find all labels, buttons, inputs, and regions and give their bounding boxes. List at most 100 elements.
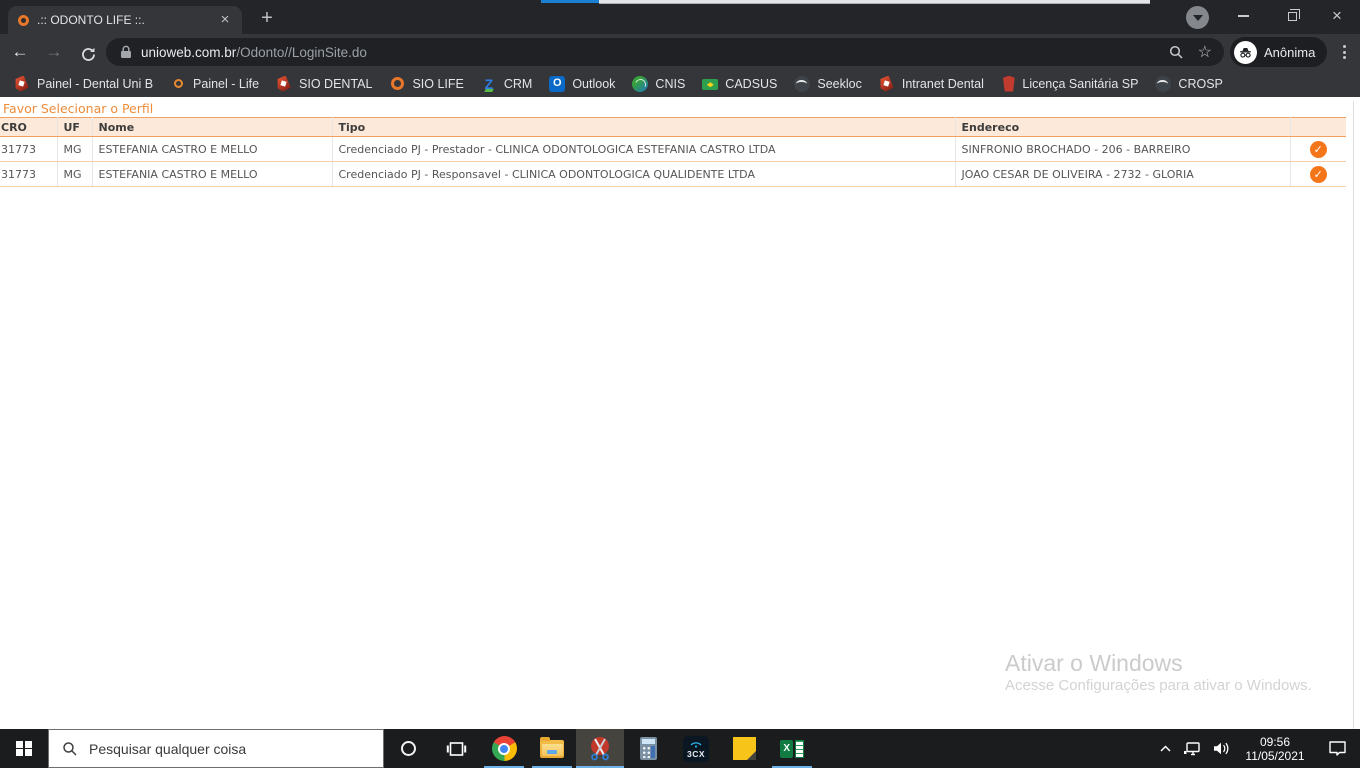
bookmark-cadsus[interactable]: CADSUS: [696, 73, 788, 95]
col-header-uf: UF: [57, 117, 93, 137]
select-profile-check-icon[interactable]: ✓: [1309, 140, 1327, 158]
minimize-icon: [1237, 15, 1249, 17]
tab-title: .:: ODONTO LIFE ::.: [37, 13, 145, 27]
desktop-screen: .:: ODONTO LIFE ::. × + × ← → unioweb.co…: [0, 0, 1360, 768]
clock-time: 09:56: [1259, 734, 1290, 749]
reload-button[interactable]: [74, 38, 102, 66]
new-tab-button[interactable]: +: [252, 6, 282, 32]
col-header-tipo: Tipo: [332, 117, 956, 137]
bookmark-painel-life[interactable]: Painel - Life: [164, 73, 270, 95]
cell-uf: MG: [57, 161, 93, 187]
taskbar-app-3cx[interactable]: 3CX: [672, 729, 720, 768]
cortana-icon: [400, 741, 416, 756]
cell-uf: MG: [57, 136, 93, 162]
taskbar-app-sticky-notes[interactable]: [720, 729, 768, 768]
bookmark-intranet-dental[interactable]: Intranet Dental: [873, 73, 995, 95]
taskbar-app-excel[interactable]: X: [768, 729, 816, 768]
chrome-icon: [491, 736, 517, 761]
table-row[interactable]: 31773 MG ESTEFANIA CASTRO E MELLO Creden…: [0, 136, 1346, 162]
cell-tipo: Credenciado PJ - Prestador - CLINICA ODO…: [332, 136, 956, 162]
tray-clock[interactable]: 09:56 11/05/2021: [1236, 729, 1314, 768]
taskbar: Pesquisar qualquer coisa 3CX X 09:56 11/…: [0, 729, 1360, 768]
taskbar-app-snipping-tool[interactable]: [576, 729, 624, 768]
background-window-edge-light: [599, 0, 1150, 4]
browser-toolbar: ← → unioweb.com.br/Odonto//LoginSite.do …: [0, 34, 1360, 70]
taskbar-app-calculator[interactable]: [624, 729, 672, 768]
restore-icon: [1287, 8, 1300, 21]
task-view-icon: [446, 741, 466, 756]
minimize-button[interactable]: [1220, 0, 1266, 32]
bookmark-outlook[interactable]: O Outlook: [543, 73, 626, 95]
lock-icon: [121, 45, 131, 58]
col-header-cro: CRO: [0, 117, 58, 137]
bookmark-sio-life[interactable]: SIO LIFE: [383, 73, 474, 95]
action-center-icon: [1328, 741, 1346, 756]
incognito-label: Anônima: [1264, 44, 1316, 60]
bookmark-cnis[interactable]: CNIS: [626, 73, 696, 95]
tab-search-button[interactable]: [1186, 6, 1209, 29]
url-path: /Odonto//LoginSite.do: [236, 44, 367, 60]
bookmark-seekloc[interactable]: Seekloc: [788, 73, 872, 95]
taskbar-app-chrome[interactable]: [480, 729, 528, 768]
page-content: Favor Selecionar o Perfil CRO UF Nome Ti…: [0, 97, 1360, 729]
table-row[interactable]: 31773 MG ESTEFANIA CASTRO E MELLO Creden…: [0, 161, 1346, 187]
cell-nome: ESTEFANIA CASTRO E MELLO: [92, 161, 333, 187]
excel-icon: X: [780, 739, 804, 758]
bookmark-star-button[interactable]: ☆: [1198, 42, 1212, 62]
dental-ribbon-icon: [15, 75, 29, 92]
network-icon: [1184, 741, 1200, 755]
tray-volume[interactable]: [1206, 729, 1236, 768]
start-button[interactable]: [0, 729, 48, 768]
address-bar[interactable]: unioweb.com.br/Odonto//LoginSite.do ☆: [106, 38, 1224, 66]
cell-nome: ESTEFANIA CASTRO E MELLO: [92, 136, 333, 162]
activate-windows-watermark: Ativar o Windows: [1005, 650, 1183, 676]
restore-button[interactable]: [1269, 0, 1315, 32]
bookmark-sio-dental[interactable]: SIO DENTAL: [270, 73, 383, 95]
activate-windows-subtext: Acesse Configurações para ativar o Windo…: [1005, 677, 1312, 694]
page-title: Favor Selecionar o Perfil: [3, 101, 154, 116]
col-header-endereco: Endereco: [955, 117, 1291, 137]
incognito-profile-chip[interactable]: Anônima: [1230, 37, 1328, 67]
bookmark-crm[interactable]: Z CRM: [475, 73, 543, 95]
profile-table: CRO UF Nome Tipo Endereco 31773 MG ESTEF…: [0, 117, 1346, 187]
bookmark-licenca-sanitaria[interactable]: Licença Sanitária SP: [995, 73, 1150, 95]
url-text: unioweb.com.br/Odonto//LoginSite.do: [141, 45, 367, 60]
browser-menu-button[interactable]: [1332, 40, 1356, 64]
globe-green-blue-icon: [632, 75, 649, 92]
close-window-button[interactable]: ×: [1314, 0, 1360, 32]
bookmark-painel-dental[interactable]: Painel - Dental Uni B: [8, 73, 164, 95]
back-button[interactable]: ←: [6, 38, 34, 66]
cortana-button[interactable]: [384, 729, 432, 768]
tray-network[interactable]: [1178, 729, 1206, 768]
tab-close-icon[interactable]: ×: [216, 11, 234, 29]
clock-date: 11/05/2021: [1245, 748, 1305, 763]
dental-ribbon-icon: [277, 75, 291, 92]
cell-cro: 31773: [0, 136, 58, 162]
cell-cro: 31773: [0, 161, 58, 187]
cell-tipo: Credenciado PJ - Responsavel - CLINICA O…: [332, 161, 956, 187]
green-card-flag-icon: [702, 79, 719, 91]
chevron-up-icon: [1159, 745, 1171, 752]
table-header-row: CRO UF Nome Tipo Endereco: [0, 117, 1346, 137]
browser-tab[interactable]: .:: ODONTO LIFE ::. ×: [8, 6, 242, 34]
incognito-icon: [1234, 40, 1257, 64]
taskbar-app-file-explorer[interactable]: [528, 729, 576, 768]
forward-button[interactable]: →: [40, 38, 68, 66]
select-profile-check-icon[interactable]: ✓: [1309, 165, 1327, 183]
zoom-page-button[interactable]: [1168, 44, 1184, 60]
dark-globe-icon: [1155, 75, 1172, 92]
taskbar-search-input[interactable]: Pesquisar qualquer coisa: [48, 729, 384, 768]
cell-endereco: JOAO CESAR DE OLIVEIRA - 2732 - GLORIA: [955, 161, 1291, 187]
url-domain: unioweb.com.br: [141, 44, 237, 60]
task-view-button[interactable]: [432, 729, 480, 768]
col-header-nome: Nome: [92, 117, 333, 137]
crm-z-icon: Z: [481, 76, 497, 92]
cell-endereco: SINFRONIO BROCHADO - 206 - BARREIRO: [955, 136, 1291, 162]
snipping-tool-icon: [587, 736, 613, 762]
orange-ring-small-icon: [173, 79, 183, 88]
3cx-icon: 3CX: [683, 735, 709, 762]
chevron-down-icon: [1192, 15, 1203, 21]
action-center-button[interactable]: [1314, 729, 1360, 768]
tray-show-hidden-icons[interactable]: [1152, 729, 1178, 768]
bookmark-crosp[interactable]: CROSP: [1149, 73, 1233, 95]
